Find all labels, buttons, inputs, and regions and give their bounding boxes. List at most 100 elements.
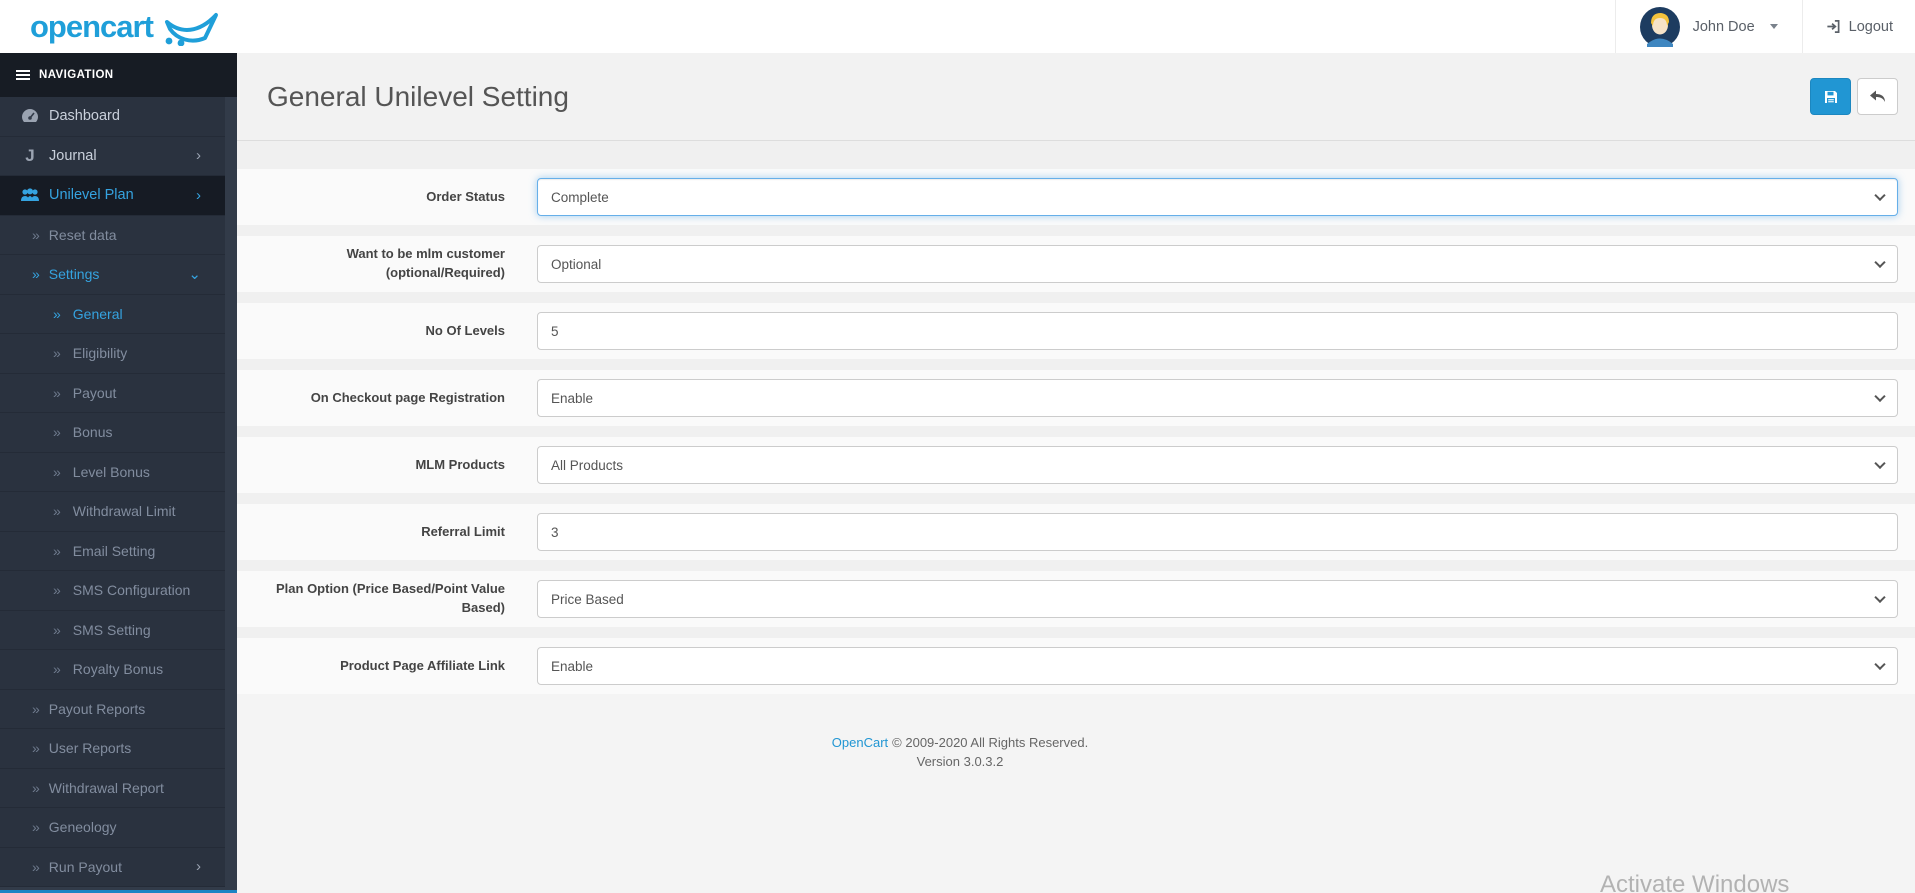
footer-copyright-line: OpenCart © 2009-2020 All Rights Reserved. [237, 734, 1683, 753]
activate-windows-watermark: Activate Windows [1600, 871, 1790, 893]
form-row-mlm-customer: Want to be mlm customer (optional/Requir… [237, 236, 1915, 292]
angle-double-right-icon: » [53, 542, 61, 559]
sidebar-item-geneology[interactable]: » Geneology [0, 808, 225, 848]
form-row-affiliate-link: Product Page Affiliate Link Enable [237, 638, 1915, 694]
sidebar-item-sms-configuration[interactable]: » SMS Configuration [0, 571, 225, 611]
mlm-customer-select[interactable]: Optional [537, 245, 1898, 283]
angle-double-right-icon: » [53, 503, 61, 520]
sidebar-menu: Dashboard J Journal › Unilevel Plan › » … [0, 97, 237, 887]
footer-version: Version 3.0.3.2 [916, 753, 1004, 769]
sidebar-item-reset-data[interactable]: » Reset data [0, 215, 225, 255]
sidebar-item-dashboard[interactable]: Dashboard [0, 97, 225, 137]
sidebar-item-eligibility[interactable]: » Eligibility [0, 334, 225, 374]
mlm-products-select[interactable]: All Products [537, 446, 1898, 484]
form-row-referral-limit: Referral Limit [237, 504, 1915, 560]
order-status-select[interactable]: Complete [537, 178, 1898, 216]
sidebar-item-payout[interactable]: » Payout [0, 373, 225, 413]
form-row-mlm-products: MLM Products All Products [237, 437, 1915, 493]
header-right: John Doe Logout [1614, 0, 1915, 53]
form-row-no-of-levels: No Of Levels [237, 303, 1915, 359]
form-row-checkout-registration: On Checkout page Registration Enable [237, 370, 1915, 426]
sidebar-item-payout-reports[interactable]: » Payout Reports [0, 689, 225, 729]
mlm-products-label: MLM Products [415, 456, 505, 472]
settings-form: Order Status Complete Want to be mlm cus… [237, 140, 1915, 694]
form-row-plan-option: Plan Option (Price Based/Point Value Bas… [237, 571, 1915, 627]
checkout-registration-label: On Checkout page Registration [310, 389, 505, 405]
angle-double-right-icon: » [32, 779, 40, 796]
nav-header-label: NAVIGATION [39, 69, 114, 81]
sidebar-item-withdrawal-limit[interactable]: » Withdrawal Limit [0, 492, 225, 532]
chevron-down-icon [1769, 24, 1778, 29]
angle-double-right-icon: » [53, 424, 61, 441]
sidebar-item-withdrawal-report[interactable]: » Withdrawal Report [0, 768, 225, 808]
sign-out-icon [1827, 20, 1840, 33]
chevron-down-icon: ⌄ [188, 266, 201, 284]
no-of-levels-label: No Of Levels [425, 322, 505, 338]
undo-arrow-icon [1869, 90, 1885, 102]
angle-double-right-icon: » [32, 858, 40, 875]
users-icon [18, 188, 42, 203]
cart-swoosh-icon [164, 12, 218, 46]
angle-double-right-icon: » [53, 661, 61, 678]
save-button[interactable] [1810, 78, 1851, 115]
back-button[interactable] [1857, 78, 1898, 115]
sidebar-nav-header[interactable]: NAVIGATION [0, 53, 237, 97]
sidebar-item-user-reports[interactable]: » User Reports [0, 729, 225, 769]
app-root: opencart John Doe Logout NAVIGATION Dash… [0, 0, 1915, 893]
plan-option-label: Plan Option (Price Based/Point Value Bas… [276, 581, 505, 615]
angle-double-right-icon: » [32, 740, 40, 757]
main-content: General Unilevel Setting Order Status Co… [237, 53, 1915, 893]
checkout-registration-select[interactable]: Enable [537, 379, 1898, 417]
plan-option-select[interactable]: Price Based [537, 580, 1898, 618]
logout-button[interactable]: Logout [1801, 0, 1915, 53]
affiliate-link-label: Product Page Affiliate Link [340, 657, 505, 673]
sidebar-item-general[interactable]: » General [0, 294, 225, 334]
opencart-logo-text: opencart [30, 8, 154, 44]
affiliate-link-select[interactable]: Enable [537, 647, 1898, 685]
page-title: General Unilevel Setting [267, 80, 569, 112]
sidebar-item-unilevel-plan[interactable]: Unilevel Plan › [0, 176, 225, 216]
angle-double-right-icon: » [32, 226, 40, 243]
sidebar: NAVIGATION Dashboard J Journal › Unileve… [0, 53, 237, 893]
journal-icon: J [25, 145, 35, 165]
angle-double-right-icon: » [53, 621, 61, 638]
angle-double-right-icon: » [53, 463, 61, 480]
footer: OpenCart © 2009-2020 All Rights Reserved.… [237, 734, 1915, 772]
dashboard-icon [18, 108, 42, 124]
opencart-logo[interactable]: opencart [0, 8, 219, 46]
sidebar-item-bonus[interactable]: » Bonus [0, 413, 225, 453]
mlm-customer-label: Want to be mlm customer (optional/Requir… [346, 246, 505, 280]
chevron-right-icon: › [196, 858, 201, 876]
sidebar-item-settings[interactable]: » Settings ⌄ [0, 255, 225, 295]
angle-double-right-icon: » [32, 819, 40, 836]
form-row-order-status: Order Status Complete [237, 169, 1915, 225]
header-actions [1810, 78, 1898, 115]
hamburger-icon [16, 70, 30, 80]
chevron-right-icon: › [196, 186, 201, 204]
user-avatar [1639, 6, 1680, 47]
angle-double-right-icon: » [53, 384, 61, 401]
sidebar-item-email-setting[interactable]: » Email Setting [0, 531, 225, 571]
angle-double-right-icon: » [32, 700, 40, 717]
sidebar-item-royalty-bonus[interactable]: » Royalty Bonus [0, 650, 225, 690]
no-of-levels-input[interactable] [537, 312, 1898, 350]
sidebar-item-journal[interactable]: J Journal › [0, 136, 225, 176]
top-header: opencart John Doe Logout [0, 0, 1915, 53]
referral-limit-label: Referral Limit [421, 523, 505, 539]
page-header: General Unilevel Setting [237, 53, 1915, 140]
save-floppy-icon [1824, 90, 1837, 103]
sidebar-item-sms-setting[interactable]: » SMS Setting [0, 610, 225, 650]
opencart-footer-link[interactable]: OpenCart [832, 735, 888, 750]
sidebar-item-run-payout[interactable]: » Run Payout › [0, 847, 225, 887]
angle-double-right-icon: » [32, 266, 40, 283]
user-menu[interactable]: John Doe [1614, 0, 1802, 53]
logout-label: Logout [1848, 18, 1893, 35]
angle-double-right-icon: » [53, 582, 61, 599]
sidebar-item-level-bonus[interactable]: » Level Bonus [0, 452, 225, 492]
chevron-right-icon: › [196, 147, 201, 165]
order-status-label: Order Status [426, 188, 505, 204]
referral-limit-input[interactable] [537, 513, 1898, 551]
angle-double-right-icon: » [53, 305, 61, 322]
angle-double-right-icon: » [53, 345, 61, 362]
user-name: John Doe [1692, 18, 1755, 35]
